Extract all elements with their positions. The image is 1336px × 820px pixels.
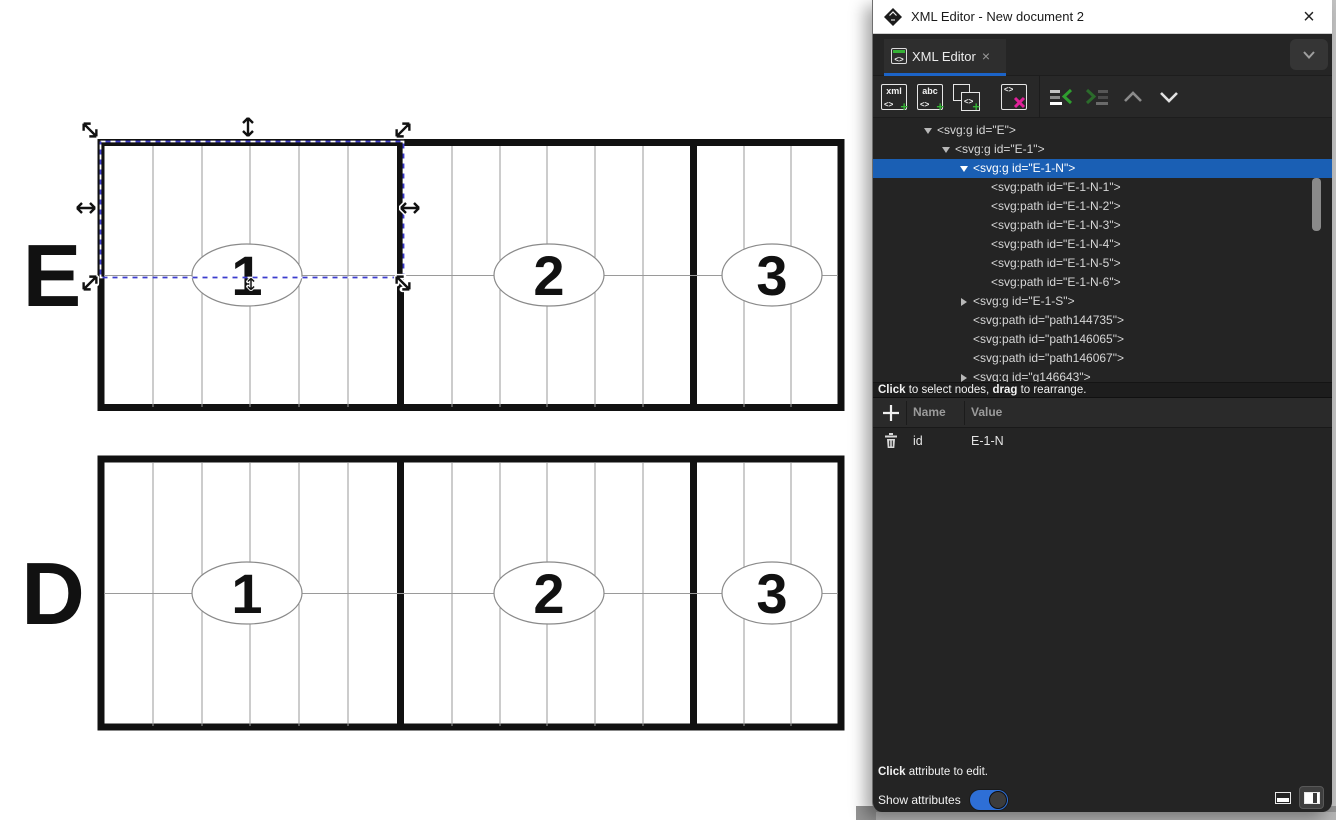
xml-node-item[interactable]: <svg:g id="g146643"> xyxy=(873,368,1332,382)
row-letter-D[interactable]: D xyxy=(21,544,85,643)
xml-node-item[interactable]: <svg:path id="E-1-N-6"> xyxy=(873,273,1332,292)
section-number[interactable]: 3 xyxy=(756,562,787,625)
resize-handle-n-icon[interactable] xyxy=(237,116,259,138)
xml-node-item[interactable]: <svg:g id="E-1-S"> xyxy=(873,292,1332,311)
tab-close-icon[interactable]: × xyxy=(982,48,990,64)
xml-node-item-selected[interactable]: <svg:g id="E-1-N"> xyxy=(873,159,1332,178)
dialog-title: XML Editor - New document 2 xyxy=(911,9,1084,24)
chevron-down-icon xyxy=(1157,90,1181,104)
expand-triangle-icon[interactable] xyxy=(924,128,932,134)
attribute-row[interactable]: id E-1-N xyxy=(873,428,1332,454)
collapse-triangle-icon[interactable] xyxy=(961,374,967,382)
window-edge xyxy=(876,812,1336,820)
section-number[interactable]: 2 xyxy=(533,562,564,625)
resize-handle-s-icon[interactable] xyxy=(244,277,258,291)
xml-node-tree: <svg:g id="E"> <svg:g id="E-1"> <svg:g i… xyxy=(873,118,1332,382)
expand-triangle-icon[interactable] xyxy=(960,166,968,172)
inkscape-screen: 1 2 3 E xyxy=(0,0,1336,820)
row-letter-E[interactable]: E xyxy=(23,226,82,325)
layout-vertical-button[interactable] xyxy=(1299,786,1324,809)
resize-handle-w-icon[interactable] xyxy=(75,197,97,219)
panel-menu-button[interactable] xyxy=(1290,39,1328,70)
inkscape-logo-icon xyxy=(883,7,903,27)
xml-node-item[interactable]: <svg:path id="E-1-N-1"> xyxy=(873,178,1332,197)
section-number[interactable]: 2 xyxy=(533,244,564,307)
toolbar-separator xyxy=(1039,76,1040,118)
tree-hint-text: Click to select nodes, drag to rearrange… xyxy=(873,382,1332,398)
expand-triangle-icon[interactable] xyxy=(942,147,950,153)
add-attribute-button[interactable] xyxy=(881,403,901,423)
xml-node-item[interactable]: <svg:path id="E-1-N-2"> xyxy=(873,197,1332,216)
move-node-down-button[interactable] xyxy=(1154,82,1184,112)
new-text-node-button[interactable]: abc <> + xyxy=(915,82,945,112)
tree-scrollbar-thumb[interactable] xyxy=(1312,178,1321,231)
column-separator xyxy=(906,401,907,425)
section-number[interactable]: 1 xyxy=(231,244,262,307)
xml-node-item[interactable]: <svg:path id="E-1-N-5"> xyxy=(873,254,1332,273)
layout-vertical-icon xyxy=(1304,792,1320,804)
xml-node-item[interactable]: <svg:path id="path146065"> xyxy=(873,330,1332,349)
delete-x-icon xyxy=(1013,96,1026,109)
xml-node-item[interactable]: <svg:path id="path146067"> xyxy=(873,349,1332,368)
xml-node-item[interactable]: <svg:g id="E"> xyxy=(873,121,1332,140)
section-number[interactable]: 1 xyxy=(231,562,262,625)
xml-node-item[interactable]: <svg:path id="E-1-N-3"> xyxy=(873,216,1332,235)
xml-node-item[interactable]: <svg:path id="E-1-N-4"> xyxy=(873,235,1332,254)
duplicate-node-button[interactable]: <> + xyxy=(951,82,981,112)
attribute-value[interactable]: E-1-N xyxy=(971,434,1004,448)
attributes-header: Name Value xyxy=(873,398,1332,428)
row-E-group[interactable]: 1 2 3 E xyxy=(23,140,841,410)
show-attributes-toggle[interactable] xyxy=(969,789,1009,811)
resize-handle-e-icon[interactable] xyxy=(399,197,421,219)
xml-node-item[interactable]: <svg:path id="path144735"> xyxy=(873,311,1332,330)
unindent-icon xyxy=(1048,87,1074,107)
xml-editor-icon: <> xyxy=(891,48,907,64)
dialog-tabbar: <> XML Editor × xyxy=(873,34,1332,76)
xml-editor-dialog: XML Editor - New document 2 × <> XML Edi… xyxy=(872,0,1332,812)
row-D-group[interactable]: 1 2 3 D xyxy=(21,456,841,730)
section-number[interactable]: 3 xyxy=(756,244,787,307)
chevron-down-icon xyxy=(1301,50,1317,60)
row-E-badges[interactable]: 1 2 3 xyxy=(192,244,822,307)
dialog-titlebar[interactable]: XML Editor - New document 2 × xyxy=(873,0,1332,34)
show-attributes-label: Show attributes xyxy=(878,793,961,807)
indent-node-button[interactable] xyxy=(1082,82,1112,112)
value-column-header: Value xyxy=(971,405,1002,419)
name-column-header: Name xyxy=(913,405,946,419)
collapse-triangle-icon[interactable] xyxy=(961,298,967,306)
column-separator xyxy=(964,401,965,425)
unindent-node-button[interactable] xyxy=(1046,82,1076,112)
attribute-name[interactable]: id xyxy=(913,434,923,448)
toggle-knob xyxy=(989,791,1007,809)
indent-icon xyxy=(1084,87,1110,107)
delete-node-button[interactable]: <> xyxy=(999,82,1029,112)
attribute-hint-text: Click attribute to edit. xyxy=(878,766,988,778)
layout-horizontal-icon xyxy=(1275,792,1291,804)
row-D-badges[interactable]: 1 2 3 xyxy=(192,562,822,625)
move-node-up-button[interactable] xyxy=(1118,82,1148,112)
delete-attribute-icon[interactable] xyxy=(884,433,898,449)
xml-toolbar: xml <> + abc <> + <> + <> xyxy=(873,76,1332,118)
layout-horizontal-button[interactable] xyxy=(1270,786,1295,809)
xml-node-item[interactable]: <svg:g id="E-1"> xyxy=(873,140,1332,159)
chevron-up-icon xyxy=(1121,90,1145,104)
new-element-node-button[interactable]: xml <> + xyxy=(879,82,909,112)
close-icon[interactable]: × xyxy=(1296,4,1322,30)
tab-label: XML Editor xyxy=(912,49,976,64)
drawing-canvas[interactable]: 1 2 3 E xyxy=(0,0,872,820)
tab-xml-editor[interactable]: <> XML Editor × xyxy=(884,39,1006,76)
